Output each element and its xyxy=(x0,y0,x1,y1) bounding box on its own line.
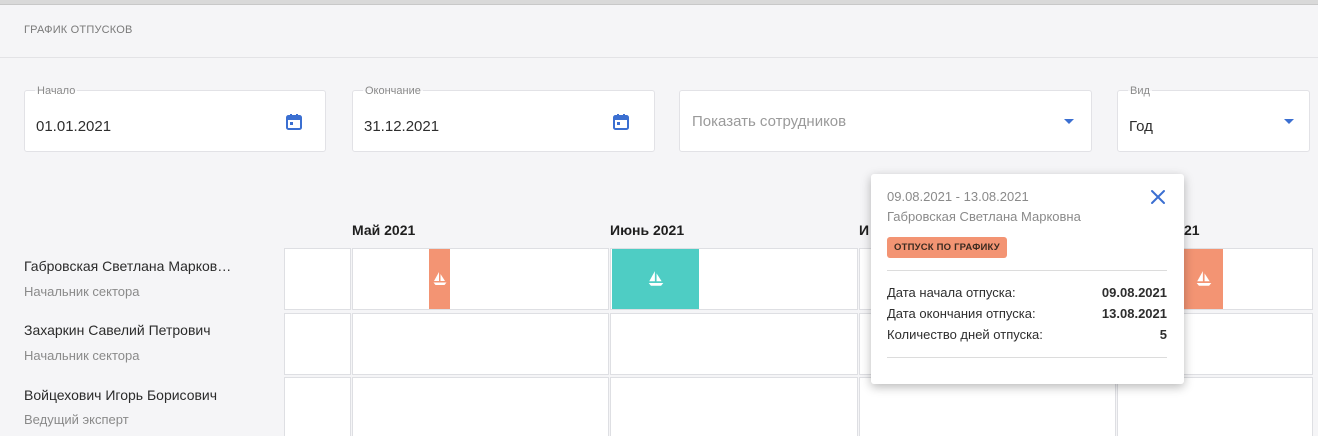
start-date-value: 01.01.2021 xyxy=(36,118,112,135)
employee-role: Начальник сектора xyxy=(24,348,140,363)
popup-row-label: Дата окончания отпуска: xyxy=(887,306,1036,321)
page-title: ГРАФИК ОТПУСКОВ xyxy=(24,24,133,36)
close-icon[interactable] xyxy=(1148,187,1168,207)
start-date-label: Начало xyxy=(35,85,78,97)
vacation-type-badge: ОТПУСК ПО ГРАФИКУ xyxy=(887,237,1007,258)
employee-name: Габровская Светлана Марков… xyxy=(24,258,232,274)
month-header: Июнь 2021 xyxy=(610,222,685,238)
end-date-field[interactable]: Окончание 31.12.2021 xyxy=(352,85,655,152)
employee-role: Начальник сектора xyxy=(24,284,140,299)
popup-divider xyxy=(887,270,1167,271)
calendar-cell[interactable] xyxy=(610,377,858,436)
popup-row-value: 13.08.2021 xyxy=(1101,306,1167,321)
calendar-cell[interactable] xyxy=(352,313,609,375)
month-header: Май 2021 xyxy=(352,222,416,238)
popup-employee-name: Габровская Светлана Марковна xyxy=(887,209,1081,224)
start-date-field[interactable]: Начало 01.01.2021 xyxy=(24,85,326,152)
employee-name: Захаркин Савелий Петрович xyxy=(24,322,211,338)
popup-row-label: Количество дней отпуска: xyxy=(887,327,1043,342)
sailboat-icon xyxy=(432,271,448,287)
employee-role: Ведущий эксперт xyxy=(24,412,129,427)
popup-row-value: 09.08.2021 xyxy=(1101,285,1167,300)
end-date-value: 31.12.2021 xyxy=(364,118,440,135)
calendar-cell[interactable] xyxy=(610,313,858,375)
view-select-label: Вид xyxy=(1128,85,1152,97)
view-select-value: Год xyxy=(1129,118,1153,135)
calendar-cell[interactable] xyxy=(284,313,351,375)
calendar-icon[interactable] xyxy=(612,113,630,131)
calendar-cell[interactable] xyxy=(859,377,1116,436)
calendar-cell[interactable] xyxy=(1117,377,1313,436)
vacation-bar[interactable] xyxy=(612,249,699,309)
calendar-cell[interactable] xyxy=(284,248,351,310)
popup-row-value: 5 xyxy=(1159,327,1167,342)
vacation-bar[interactable] xyxy=(1184,249,1223,309)
dropdown-caret-icon[interactable] xyxy=(1284,119,1294,124)
employees-select-placeholder: Показать сотрудников xyxy=(692,113,847,130)
view-select[interactable]: Вид Год xyxy=(1117,85,1310,152)
vacation-details-popup: 09.08.2021 - 13.08.2021 Габровская Светл… xyxy=(871,174,1184,384)
calendar-cell[interactable] xyxy=(352,377,609,436)
calendar-cell[interactable] xyxy=(284,377,351,436)
sailboat-icon xyxy=(647,270,665,288)
calendar-cell[interactable] xyxy=(352,248,609,310)
header-divider xyxy=(0,57,1318,58)
sailboat-icon xyxy=(1195,270,1213,288)
calendar-icon[interactable] xyxy=(285,113,303,131)
popup-date-range: 09.08.2021 - 13.08.2021 xyxy=(887,189,1029,204)
vacation-bar[interactable] xyxy=(429,249,450,309)
popup-divider xyxy=(887,357,1167,358)
employees-select[interactable]: Показать сотрудников xyxy=(679,90,1092,152)
end-date-label: Окончание xyxy=(363,85,423,97)
popup-row-label: Дата начала отпуска: xyxy=(887,285,1016,300)
top-border xyxy=(0,0,1318,5)
month-header: И xyxy=(859,222,870,238)
dropdown-caret-icon[interactable] xyxy=(1064,119,1074,124)
month-header: 21 xyxy=(1184,222,1200,238)
employee-name: Войцехович Игорь Борисович xyxy=(24,387,218,403)
